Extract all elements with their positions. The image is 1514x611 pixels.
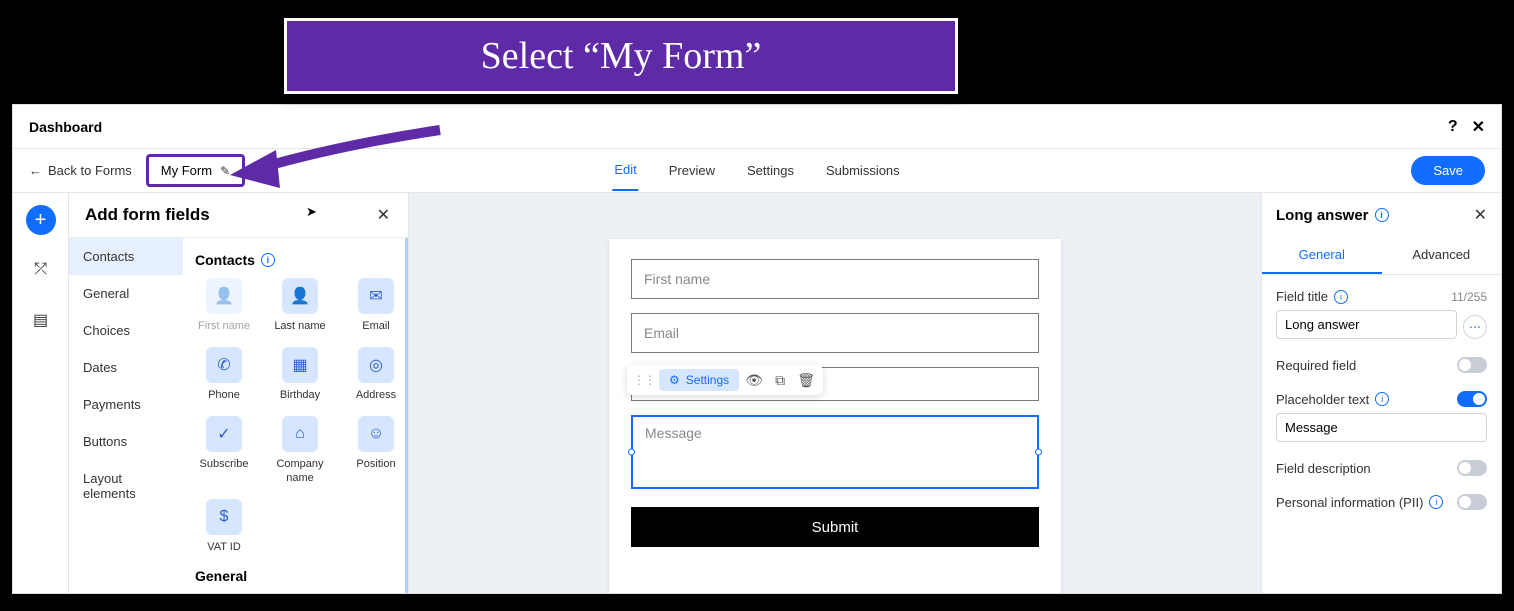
- form-name-label: My Form: [161, 163, 212, 178]
- user-add-icon: 👤: [206, 278, 242, 314]
- drag-handle-icon[interactable]: ⋮⋮: [633, 373, 655, 387]
- category-general[interactable]: General: [69, 275, 183, 312]
- vat-icon: $: [206, 499, 242, 535]
- add-fields-panel: Add form fields ✕ Contacts General Choic…: [69, 193, 409, 593]
- tile-birthday[interactable]: ▦Birthday: [269, 347, 331, 402]
- email-field[interactable]: Email: [631, 313, 1039, 353]
- required-label: Required field: [1276, 358, 1356, 373]
- visibility-icon[interactable]: 👁: [743, 369, 765, 391]
- pii-label: Personal information (PII)i: [1276, 495, 1443, 510]
- ptab-advanced[interactable]: Advanced: [1382, 237, 1502, 274]
- category-buttons[interactable]: Buttons: [69, 423, 183, 460]
- placeholder-label: Placeholder texti: [1276, 392, 1389, 407]
- back-label: Back to Forms: [48, 163, 132, 178]
- close-window-icon[interactable]: ✕: [1472, 117, 1485, 137]
- tile-phone[interactable]: ✆Phone: [193, 347, 255, 402]
- properties-panel: Long answeri ✕ General Advanced Field ti…: [1261, 193, 1501, 593]
- field-tiles: Contactsi 👤First name 👤Last name ✉Email …: [183, 238, 408, 593]
- connections-icon[interactable]: ⤱: [26, 255, 56, 285]
- tile-last-name[interactable]: 👤Last name: [269, 278, 331, 333]
- tile-subscribe[interactable]: ✓Subscribe: [193, 416, 255, 484]
- category-dates[interactable]: Dates: [69, 349, 183, 386]
- tile-company[interactable]: ⌂Company name: [269, 416, 331, 484]
- field-toolbar: ⋮⋮ ⚙Settings 👁 ⧉ 🗑: [627, 365, 823, 395]
- tab-settings[interactable]: Settings: [745, 151, 796, 190]
- category-list: Contacts General Choices Dates Payments …: [69, 238, 183, 593]
- tab-preview[interactable]: Preview: [667, 151, 717, 190]
- add-fields-title: Add form fields: [85, 205, 210, 225]
- gear-icon: ⚙: [669, 373, 680, 387]
- close-properties-icon[interactable]: ✕: [1474, 205, 1487, 225]
- form-canvas[interactable]: First name Email ⋮⋮ ⚙Settings 👁 ⧉ 🗑 Mess…: [409, 193, 1261, 593]
- save-button[interactable]: Save: [1411, 156, 1485, 185]
- pin-icon: ◎: [358, 347, 394, 383]
- tab-edit[interactable]: Edit: [612, 150, 638, 191]
- category-contacts[interactable]: Contacts: [69, 238, 183, 275]
- properties-tabs: General Advanced: [1262, 237, 1501, 275]
- category-layout[interactable]: Layout elements: [69, 460, 183, 512]
- info-icon[interactable]: i: [1429, 495, 1443, 509]
- back-to-forms-link[interactable]: Back to Forms: [29, 163, 132, 178]
- char-counter: 11/255: [1451, 290, 1487, 304]
- group-general-title: General: [195, 568, 395, 584]
- check-circle-icon: ✓: [206, 416, 242, 452]
- required-toggle[interactable]: [1457, 357, 1487, 373]
- category-choices[interactable]: Choices: [69, 312, 183, 349]
- tile-email[interactable]: ✉Email: [345, 278, 407, 333]
- info-icon[interactable]: i: [1375, 392, 1389, 406]
- tile-first-name: 👤First name: [193, 278, 255, 333]
- page-settings-icon[interactable]: ▤: [26, 305, 56, 335]
- arrow-left-icon: [29, 163, 42, 178]
- ptab-general[interactable]: General: [1262, 237, 1382, 274]
- close-panel-icon[interactable]: ✕: [377, 205, 390, 225]
- storefront-icon: ⌂: [282, 416, 318, 452]
- placeholder-toggle[interactable]: [1457, 391, 1487, 407]
- message-field[interactable]: Message: [631, 415, 1039, 489]
- field-settings-button[interactable]: ⚙Settings: [659, 369, 739, 391]
- properties-title: Long answeri: [1276, 207, 1389, 224]
- tile-vat[interactable]: $VAT ID: [193, 499, 255, 554]
- builder-tabs: Edit Preview Settings Submissions: [612, 150, 901, 191]
- person-icon: ☺: [358, 416, 394, 452]
- mail-icon: ✉: [358, 278, 394, 314]
- tile-address[interactable]: ◎Address: [345, 347, 407, 402]
- window-titlebar: Dashboard ? ✕: [13, 105, 1501, 149]
- add-element-button[interactable]: +: [26, 205, 56, 235]
- firstname-field[interactable]: First name: [631, 259, 1039, 299]
- field-title-input[interactable]: [1276, 310, 1457, 339]
- description-toggle[interactable]: [1457, 460, 1487, 476]
- description-label: Field description: [1276, 461, 1371, 476]
- delete-icon[interactable]: 🗑: [795, 369, 817, 391]
- pencil-icon: [220, 163, 230, 178]
- duplicate-icon[interactable]: ⧉: [769, 369, 791, 391]
- phone-icon: ✆: [206, 347, 242, 383]
- pii-toggle[interactable]: [1457, 494, 1487, 510]
- calendar-icon: ▦: [282, 347, 318, 383]
- tab-submissions[interactable]: Submissions: [824, 151, 902, 190]
- form-name-button[interactable]: My Form: [146, 154, 245, 187]
- user-icon: 👤: [282, 278, 318, 314]
- help-icon[interactable]: ?: [1448, 118, 1458, 136]
- info-icon[interactable]: i: [1334, 290, 1348, 304]
- group-contacts-title: Contactsi: [195, 252, 395, 268]
- info-icon[interactable]: i: [261, 253, 275, 267]
- category-payments[interactable]: Payments: [69, 386, 183, 423]
- placeholder-input[interactable]: [1276, 413, 1487, 442]
- workspace: + ⤱ ▤ Add form fields ✕ Contacts General…: [13, 193, 1501, 593]
- submit-button[interactable]: Submit: [631, 507, 1039, 547]
- dashboard-title: Dashboard: [29, 119, 102, 135]
- field-title-label: Field titlei: [1276, 289, 1348, 304]
- resize-handle-right[interactable]: [1035, 449, 1042, 456]
- form-card: First name Email ⋮⋮ ⚙Settings 👁 ⧉ 🗑 Mess…: [609, 239, 1061, 593]
- instruction-callout: Select “My Form”: [284, 18, 958, 94]
- resize-handle-left[interactable]: [628, 449, 635, 456]
- left-rail: + ⤱ ▤: [13, 193, 69, 593]
- tile-position[interactable]: ☺Position: [345, 416, 407, 484]
- info-icon[interactable]: i: [1375, 208, 1389, 222]
- dashboard-window: Dashboard ? ✕ Back to Forms My Form Edit…: [12, 104, 1502, 594]
- message-placeholder: Message: [645, 425, 702, 441]
- more-options-button[interactable]: ⋯: [1463, 315, 1487, 339]
- builder-header: Back to Forms My Form Edit Preview Setti…: [13, 149, 1501, 193]
